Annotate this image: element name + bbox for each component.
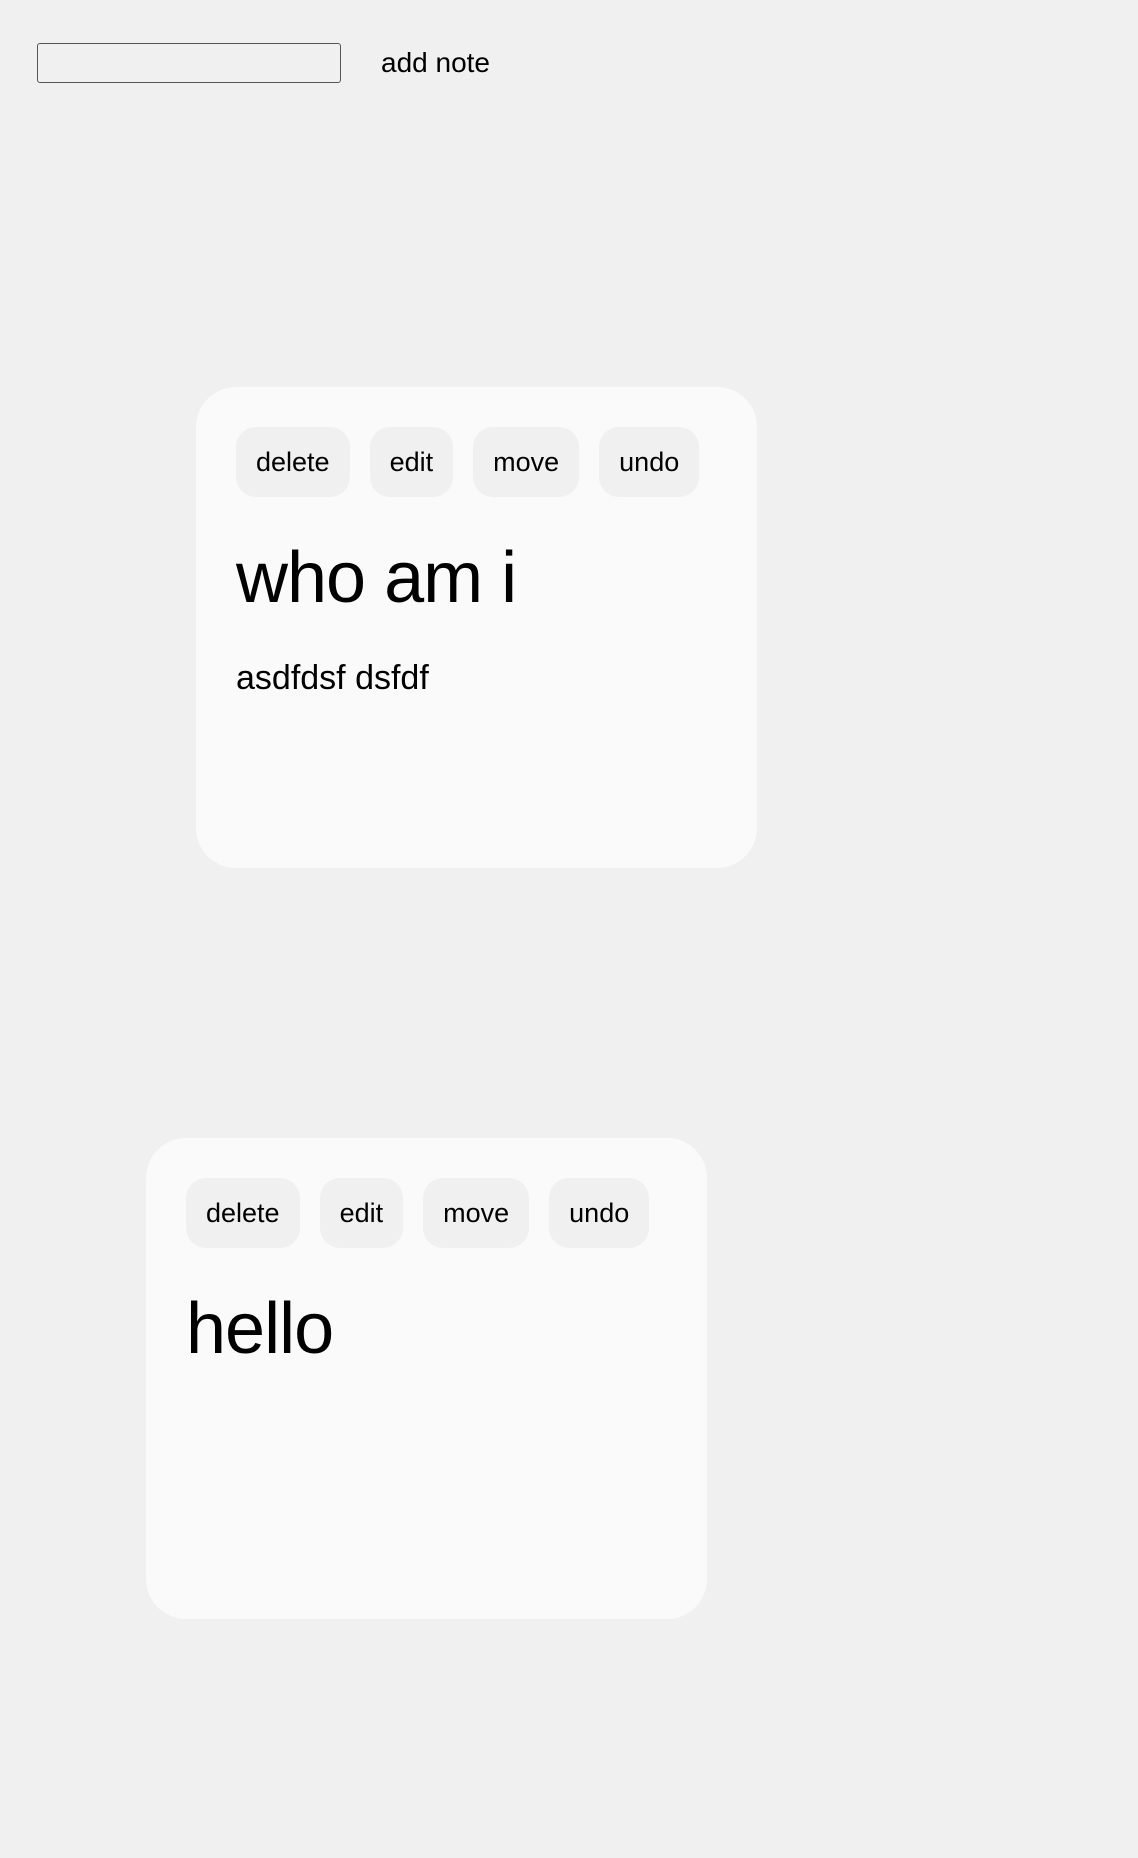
note-text-input[interactable] bbox=[37, 43, 341, 83]
undo-button[interactable]: undo bbox=[549, 1178, 650, 1248]
note-body: asdfdsf dsfdf bbox=[236, 659, 429, 698]
edit-button[interactable]: edit bbox=[319, 1178, 404, 1248]
note-title: who am i bbox=[236, 538, 517, 618]
move-button[interactable]: move bbox=[473, 427, 580, 497]
move-button[interactable]: move bbox=[423, 1178, 530, 1248]
delete-button[interactable]: delete bbox=[186, 1178, 300, 1248]
note-actions: delete edit move undo bbox=[186, 1178, 667, 1248]
delete-button[interactable]: delete bbox=[236, 427, 350, 497]
note-title: hello bbox=[186, 1289, 334, 1369]
edit-button[interactable]: edit bbox=[369, 427, 454, 497]
note-card: delete edit move undo who am i asdfdsf d… bbox=[196, 387, 757, 868]
undo-button[interactable]: undo bbox=[599, 427, 700, 497]
note-actions: delete edit move undo bbox=[236, 427, 717, 497]
add-note-button[interactable]: add note bbox=[381, 49, 490, 77]
toolbar: add note bbox=[37, 42, 490, 84]
note-card: delete edit move undo hello bbox=[146, 1138, 707, 1619]
